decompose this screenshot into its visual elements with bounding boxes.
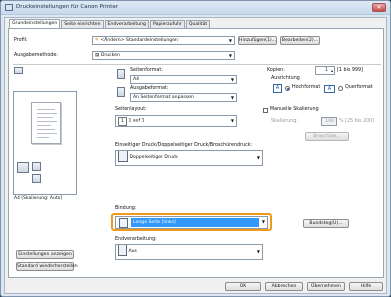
output-method-select[interactable]: ▤ Drucken ▼ bbox=[92, 51, 235, 60]
printer-preview-icon bbox=[17, 162, 29, 173]
binding-select[interactable]: Lange Seite [links] ▼ bbox=[115, 216, 268, 229]
portrait-label: Hochformat bbox=[292, 85, 321, 90]
output-method-label: Ausgabemethode: bbox=[14, 53, 58, 58]
finishing-label: Endverarbeitung: bbox=[115, 237, 157, 242]
binding-value: Lange Seite [links] bbox=[131, 218, 259, 227]
preview-caption: A4 [Skalierung: Auto] bbox=[14, 196, 63, 201]
duplex-label: Einseitiger Druck/Doppelseitiger Druck/B… bbox=[115, 143, 253, 148]
layout-icon: 1 bbox=[118, 116, 127, 126]
orientation-label: Ausrichtung bbox=[271, 76, 300, 81]
gutter-button[interactable]: Bundsteg(U)... bbox=[303, 219, 349, 228]
page-layout-value: 1 auf 1 bbox=[128, 118, 145, 124]
chevron-down-icon: ▼ bbox=[230, 77, 234, 82]
chevron-down-icon: ▼ bbox=[256, 155, 260, 160]
duplex-value: Doppelseitiger Druck bbox=[129, 155, 178, 160]
booklet-button[interactable]: Broschüre... bbox=[305, 132, 349, 141]
output-size-label: Ausgabeformat: bbox=[130, 86, 169, 91]
finishing-select[interactable]: Aus ▼ bbox=[115, 244, 263, 260]
scaling-range: % [25 bis 200] bbox=[339, 119, 375, 124]
portrait-radio[interactable] bbox=[285, 86, 290, 91]
ok-button[interactable]: OK bbox=[225, 282, 261, 291]
manual-scaling-label: Manuelle Skalierung bbox=[270, 107, 319, 112]
view-toggle-icon[interactable] bbox=[14, 67, 23, 74]
cancel-button[interactable]: Abbrechen bbox=[265, 282, 303, 291]
landscape-radio[interactable] bbox=[338, 86, 343, 91]
copies-input[interactable]: 1 ▴ bbox=[315, 66, 335, 75]
help-button[interactable]: Hilfe bbox=[349, 282, 383, 291]
preview-page bbox=[31, 102, 61, 144]
duplex-icon bbox=[118, 151, 128, 162]
print-settings-window: Druckeinstellungen für Canon Printer ✕ G… bbox=[0, 0, 391, 297]
close-button[interactable]: ✕ bbox=[372, 3, 386, 12]
profile-value: <Ändern> Standardeinstellungen bbox=[100, 38, 178, 43]
output-size-icon bbox=[117, 87, 125, 97]
edit-profile-button[interactable]: Bearbeiten(2)... bbox=[280, 36, 320, 45]
page-layout-select[interactable]: 1 1 auf 1 ▼ bbox=[115, 115, 237, 127]
page-size-value: A4 bbox=[133, 77, 140, 82]
page-layout-label: Seitenlayout: bbox=[115, 107, 147, 112]
window-title: Druckeinstellungen für Canon Printer bbox=[16, 4, 118, 10]
chevron-down-icon: ▼ bbox=[228, 53, 232, 58]
finishing-icon bbox=[118, 245, 127, 256]
title-bar: Druckeinstellungen für Canon Printer ✕ bbox=[1, 1, 390, 15]
landscape-icon: A bbox=[324, 85, 335, 93]
copies-range: [1 bis 999] bbox=[337, 68, 363, 73]
finishing-preview-icon bbox=[32, 162, 41, 171]
chevron-down-icon: ▼ bbox=[228, 38, 232, 43]
profile-label: Profil: bbox=[14, 38, 28, 43]
page-size-icon bbox=[117, 69, 125, 79]
restore-defaults-button[interactable]: Standard wiederherstellen bbox=[16, 262, 78, 271]
output-size-select[interactable]: An Seitenformat anpassen ▼ bbox=[130, 93, 237, 102]
page-preview bbox=[13, 91, 77, 195]
chevron-down-icon: ▼ bbox=[261, 219, 265, 224]
chevron-down-icon: ▼ bbox=[230, 118, 234, 123]
copies-label: Kopien: bbox=[267, 68, 285, 73]
basic-settings-panel: Profil: ✎ <Ändern> Standardeinstellungen… bbox=[8, 28, 384, 278]
scaling-input[interactable]: 100 bbox=[321, 117, 337, 126]
chevron-down-icon: ▼ bbox=[230, 95, 234, 100]
manual-scaling-checkbox[interactable] bbox=[263, 108, 268, 113]
copies-value: 1 bbox=[325, 68, 328, 73]
dialog-client: Grundeinstellungen Seite einrichten Endv… bbox=[4, 17, 387, 294]
page-size-select[interactable]: A4 ▼ bbox=[130, 75, 237, 84]
layout-preview-icon bbox=[32, 174, 41, 183]
finishing-value: Aus bbox=[128, 249, 137, 254]
stepper-icon[interactable]: ▴ bbox=[331, 67, 333, 74]
landscape-label: Querformat bbox=[345, 85, 373, 90]
scaling-value: 100 bbox=[325, 119, 334, 124]
portrait-icon: A bbox=[273, 84, 282, 93]
show-settings-button[interactable]: Einstellungen anzeigen bbox=[16, 250, 74, 259]
add-profile-button[interactable]: Hinzufügen(1)... bbox=[238, 36, 277, 45]
binding-icon bbox=[119, 218, 128, 228]
chevron-down-icon: ▼ bbox=[256, 249, 260, 254]
apply-button[interactable]: Übernehmen bbox=[307, 282, 345, 291]
printer-icon bbox=[5, 4, 13, 11]
scaling-label: Skalierung: bbox=[271, 119, 299, 124]
binding-label: Bindung: bbox=[115, 206, 137, 211]
output-method-value: Drucken bbox=[100, 53, 120, 58]
divider bbox=[13, 64, 381, 65]
profile-select[interactable]: ✎ <Ändern> Standardeinstellungen ▼ bbox=[92, 36, 235, 45]
page-size-label: Seitenformat: bbox=[130, 68, 163, 73]
duplex-select[interactable]: Doppelseitiger Druck ▼ bbox=[115, 150, 263, 166]
output-size-value: An Seitenformat anpassen bbox=[133, 95, 194, 100]
